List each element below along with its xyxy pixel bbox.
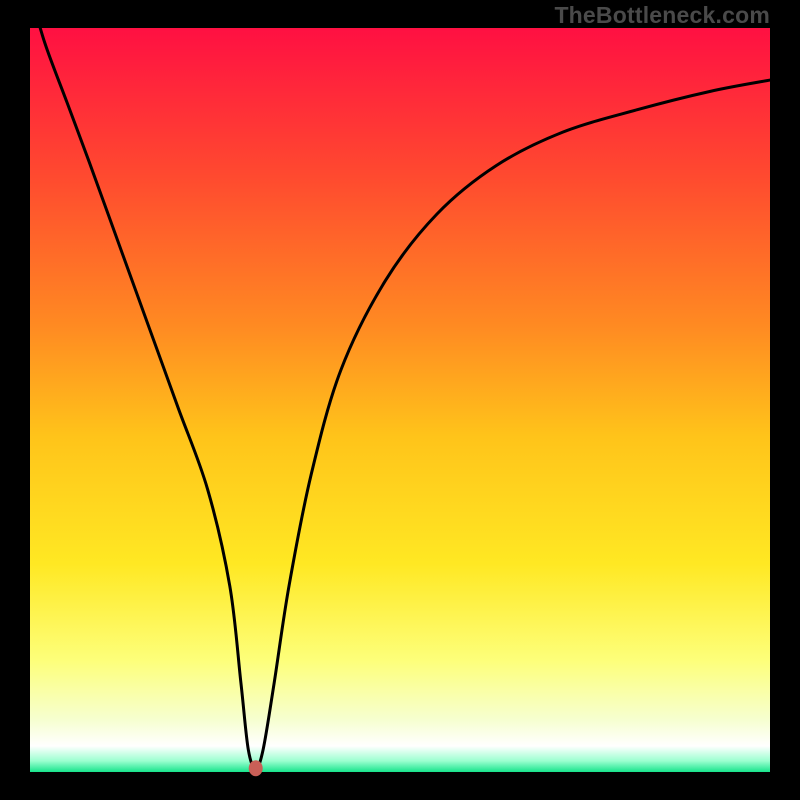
watermark-text: TheBottleneck.com <box>554 2 770 29</box>
chart-frame: TheBottleneck.com <box>0 0 800 800</box>
plot-background <box>30 28 770 772</box>
bottleneck-chart <box>0 0 800 800</box>
optimal-marker <box>249 760 263 776</box>
